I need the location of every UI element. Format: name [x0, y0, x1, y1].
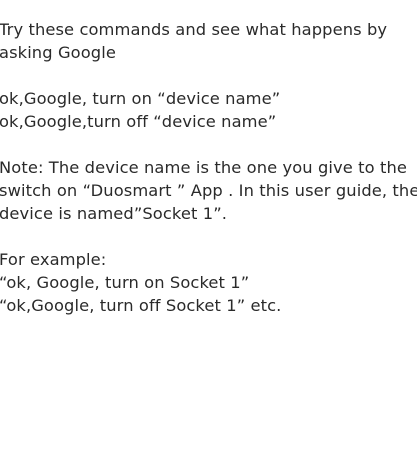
- user-guide-text: Try these commands and see what happens …: [0, 18, 417, 317]
- note-line: device is named”Socket 1”.: [0, 204, 228, 223]
- example-paragraph: For example: “ok, Google, turn on Socket…: [0, 248, 415, 317]
- intro-line: asking Google: [0, 43, 116, 62]
- note-line: Note: The device name is the one you giv…: [0, 158, 408, 177]
- intro-paragraph: Try these commands and see what happens …: [0, 18, 415, 64]
- example-heading: For example:: [0, 250, 107, 269]
- command-turn-on: ok,Google, turn on “device name”: [0, 89, 281, 108]
- command-turn-off: ok,Google,turn off “device name”: [0, 112, 277, 131]
- example-turn-off: “ok,Google, turn off Socket 1” etc.: [0, 296, 282, 315]
- note-line: switch on “Duosmart ” App . In this user…: [0, 181, 417, 200]
- note-paragraph: Note: The device name is the one you giv…: [0, 156, 417, 225]
- example-turn-on: “ok, Google, turn on Socket 1”: [0, 273, 250, 292]
- commands-paragraph: ok,Google, turn on “device name” ok,Goog…: [0, 87, 415, 133]
- intro-line: Try these commands and see what happens …: [0, 20, 388, 39]
